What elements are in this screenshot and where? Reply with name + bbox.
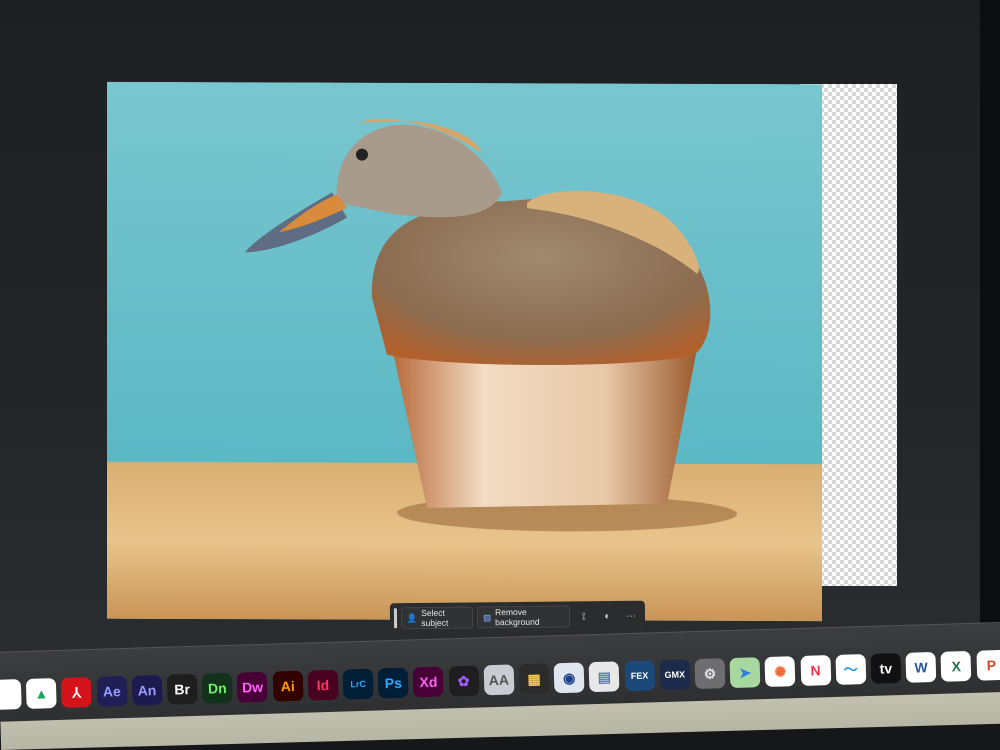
dock-maps-icon[interactable]: ➤ xyxy=(729,657,761,689)
dock-bridge-icon[interactable]: Br xyxy=(166,673,198,705)
dock-chrome-icon[interactable] xyxy=(0,679,22,710)
dock-news-icon[interactable]: N xyxy=(800,655,831,686)
dock-google-drive-icon[interactable]: ▲ xyxy=(26,678,57,709)
dock-illustrator-icon[interactable]: Ai xyxy=(272,670,304,702)
dock-cinema-4d-icon[interactable]: ◉ xyxy=(553,662,585,694)
dock-gmx-icon[interactable]: GMX xyxy=(659,659,691,691)
dock-apple-tv-icon[interactable]: tv xyxy=(870,652,902,684)
remove-background-button[interactable]: ▨ Remove background xyxy=(476,605,571,629)
dock-xd-icon[interactable]: Xd xyxy=(413,666,444,698)
more-options-button[interactable]: ··· xyxy=(621,610,641,621)
adjustment-icon[interactable]: ◐ xyxy=(598,610,618,622)
dock-indesign-icon[interactable]: Id xyxy=(307,669,339,701)
monitor-bezel xyxy=(980,0,1000,640)
image-icon: ▨ xyxy=(483,611,492,622)
duck-muffin-image xyxy=(107,81,822,622)
dock-excel-icon[interactable]: X xyxy=(940,650,972,682)
dock-fex-icon[interactable]: FEX xyxy=(624,660,656,692)
select-subject-button[interactable]: 👤 Select subject xyxy=(400,606,474,630)
dock-figma-icon[interactable]: ✿ xyxy=(448,665,480,697)
dock-preview-icon[interactable]: ▤ xyxy=(588,661,620,693)
person-icon: 👤 xyxy=(406,612,418,623)
dock-after-effects-icon[interactable]: Ae xyxy=(96,675,128,707)
dock-freeform-icon[interactable]: 〜 xyxy=(835,654,867,685)
dock-dimension-icon[interactable]: Dn xyxy=(201,672,233,704)
dock-photoshop-icon[interactable]: Ps xyxy=(377,667,409,699)
dock-font-book-icon[interactable]: AA xyxy=(483,664,515,696)
drag-handle[interactable] xyxy=(393,608,397,629)
crop-transform-icon[interactable]: ⟟ xyxy=(574,611,594,622)
dock-animate-icon[interactable]: An xyxy=(131,674,163,706)
contextual-task-bar: 👤 Select subject ▨ Remove background ⟟ ◐… xyxy=(389,600,646,634)
dock-photos-icon[interactable]: ✺ xyxy=(764,656,796,688)
dock-final-cut-pro-icon[interactable]: ▦ xyxy=(518,663,550,695)
dock-system-preferences-icon[interactable]: ⚙ xyxy=(694,658,726,690)
dock-dreamweaver-icon[interactable]: Dw xyxy=(237,671,268,703)
dock-lightroom-classic-icon[interactable]: LrC xyxy=(342,668,374,700)
dock-acrobat-icon[interactable]: ⅄ xyxy=(61,677,93,708)
dock-powerpoint-icon[interactable]: P xyxy=(975,649,1000,681)
document-canvas[interactable] xyxy=(107,81,822,622)
dock-word-icon[interactable]: W xyxy=(905,651,937,683)
